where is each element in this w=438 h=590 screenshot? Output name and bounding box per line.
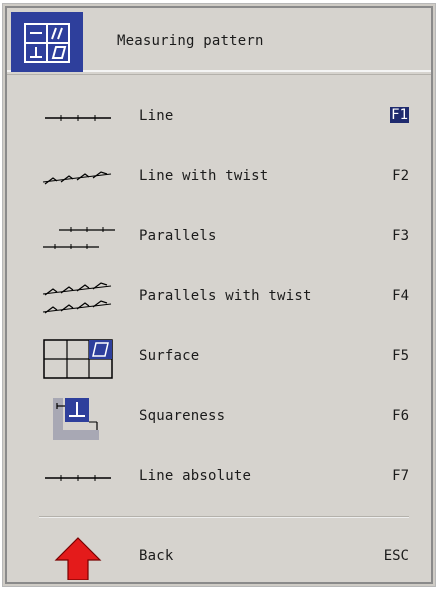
shortcut-key: F3: [392, 228, 409, 244]
shortcut-key: F2: [392, 168, 409, 184]
menu-item-surface[interactable]: Surface F5: [7, 330, 431, 386]
menu-divider: [39, 516, 409, 518]
shortcut-key: F4: [392, 288, 409, 304]
menu-item-label: Surface: [139, 348, 200, 364]
measuring-pattern-dialog: Measuring pattern Line F1 Line with twis…: [5, 6, 433, 584]
menu-item-parallels-with-twist[interactable]: Parallels with twist F4: [7, 270, 431, 326]
menu-item-line[interactable]: Line F1: [7, 90, 431, 146]
menu-item-label: Squareness: [139, 408, 226, 424]
menu-item-line-absolute[interactable]: Line absolute F7: [7, 450, 431, 506]
dialog-header: Measuring pattern: [7, 8, 431, 72]
parallels-icon: [41, 216, 115, 260]
menu-item-label: Parallels with twist: [139, 288, 312, 304]
shortcut-key: F5: [392, 348, 409, 364]
menu-item-label: Line with twist: [139, 168, 269, 184]
back-button[interactable]: Back ESC: [7, 530, 431, 586]
surface-icon: [41, 336, 115, 380]
back-label: Back: [139, 548, 174, 564]
menu-item-line-with-twist[interactable]: Line with twist F2: [7, 150, 431, 206]
menu-item-label: Line absolute: [139, 468, 252, 484]
shortcut-key: F7: [392, 468, 409, 484]
header-divider: [7, 74, 431, 75]
squareness-icon: [41, 396, 115, 440]
line-icon: [41, 96, 115, 140]
line-absolute-icon: [41, 456, 115, 500]
shortcut-key: ESC: [383, 548, 409, 564]
shortcut-key: F1: [390, 107, 409, 123]
line-twist-icon: [41, 156, 115, 200]
menu-item-label: Line: [139, 108, 174, 124]
menu-item-parallels[interactable]: Parallels F3: [7, 210, 431, 266]
up-arrow-icon: [41, 536, 115, 581]
measuring-pattern-icon: [11, 12, 83, 72]
shortcut-key: F6: [392, 408, 409, 424]
menu-item-squareness[interactable]: Squareness F6: [7, 390, 431, 446]
menu-item-label: Parallels: [139, 228, 217, 244]
dialog-title: Measuring pattern: [117, 33, 264, 49]
parallels-twist-icon: [41, 276, 115, 320]
